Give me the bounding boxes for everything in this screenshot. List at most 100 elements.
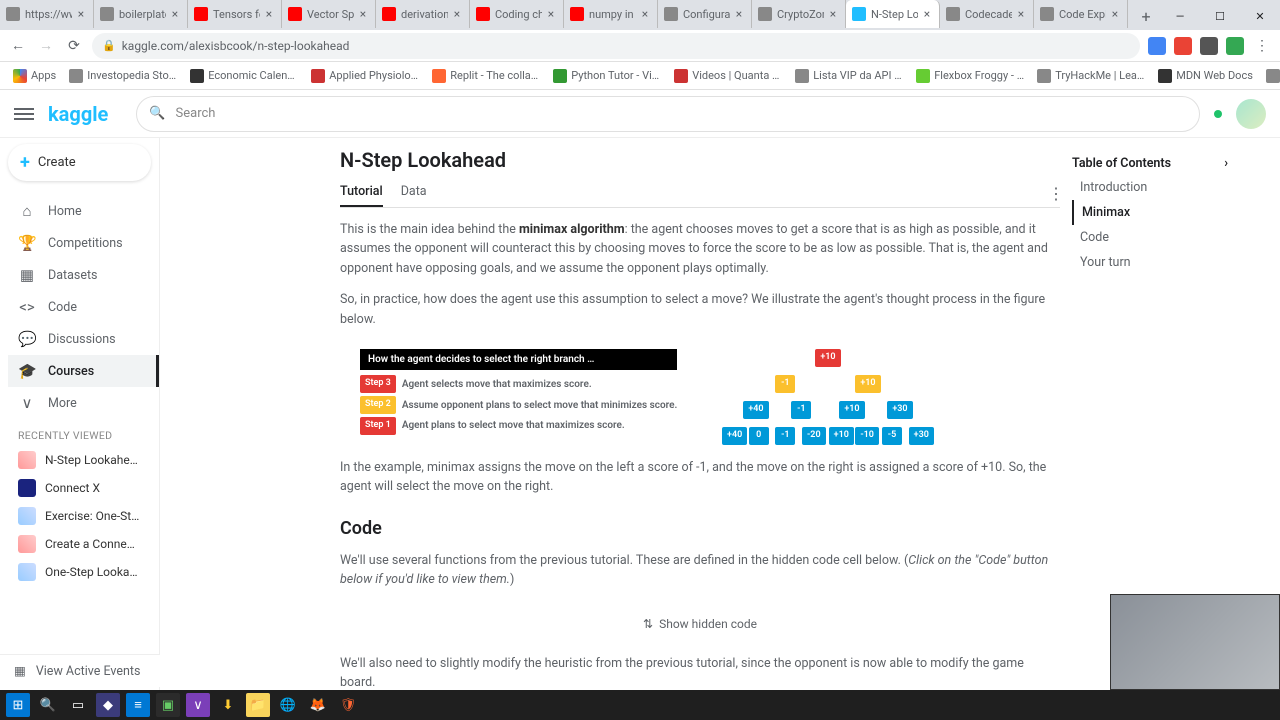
toc-title[interactable]: Table of Contents› [1072,152,1228,175]
search-input[interactable]: 🔍 Search [136,96,1200,132]
recent-item[interactable]: One-Step Lookahead [8,558,151,586]
ext-icon[interactable] [1226,37,1244,55]
page-tab[interactable]: Tutorial [340,178,383,207]
browser-tab[interactable]: Code Explanati…× [1034,0,1128,28]
app-icon[interactable]: ◆ [96,693,120,717]
bookmark-item[interactable]: Videos | Quanta Ma… [669,67,787,85]
recent-item[interactable]: Connect X [8,474,151,502]
bookmark-item[interactable]: Replit - The collab… [427,67,545,85]
nav-icon: 💬 [18,330,36,348]
sidebar-item-courses[interactable]: 🎓Courses [8,355,159,387]
bookmark-item[interactable]: Economic Calendar [185,67,303,85]
recent-icon [18,535,36,553]
back-button[interactable]: ← [8,36,28,56]
recent-icon [18,451,36,469]
terminal-icon[interactable]: ▣ [156,693,180,717]
brave-icon[interactable]: 🛡 [336,693,360,717]
sidebar-item-code[interactable]: <>Code [8,291,151,323]
sidebar-item-competitions[interactable]: 🏆Competitions [8,227,151,259]
toc-item[interactable]: Code [1072,225,1228,250]
page-tab[interactable]: Data [401,178,427,207]
recent-item[interactable]: Exercise: One-Step Lo… [8,502,151,530]
maximize-button[interactable]: ☐ [1200,2,1240,30]
browser-tab[interactable]: Vector Space M…× [282,0,376,28]
tree-node: +30 [909,427,934,445]
close-tab-icon[interactable]: × [1015,8,1027,20]
tree-node: +10 [815,349,840,367]
toc-item[interactable]: Your turn [1072,250,1228,275]
browser-tab[interactable]: Codecademy× [940,0,1034,28]
browser-tab[interactable]: boilerplate-roc…× [94,0,188,28]
url-input[interactable]: 🔒 kaggle.com/alexisbcook/n-step-lookahea… [92,33,1140,59]
browser-tab[interactable]: Configuration …× [658,0,752,28]
browser-tab[interactable]: N-Step Lookah…× [846,0,940,28]
ext-icon[interactable] [1148,37,1166,55]
start-button[interactable]: ⊞ [6,693,30,717]
close-tab-icon[interactable]: × [827,8,839,20]
forward-button[interactable]: → [36,36,56,56]
close-tab-icon[interactable]: × [169,8,181,20]
menu-button[interactable]: ⋮ [1252,36,1272,56]
close-tab-icon[interactable]: × [451,8,463,20]
favicon [1040,7,1054,21]
page-tabs: TutorialData⋮ [340,178,1060,208]
sidebar-item-home[interactable]: ⌂Home [8,195,151,227]
browser-tab[interactable]: numpy in dept…× [564,0,658,28]
firefox-icon[interactable]: 🦊 [306,693,330,717]
bookmark-item[interactable]: NPTEL :: Courses [1261,67,1280,85]
close-tab-icon[interactable]: × [733,8,745,20]
close-tab-icon[interactable]: × [545,8,557,20]
download-icon[interactable]: ⬇ [216,693,240,717]
bookmark-item[interactable]: MDN Web Docs [1153,67,1258,85]
ext-icon[interactable] [1174,37,1192,55]
hamburger-icon[interactable] [14,104,34,124]
explorer-icon[interactable]: 📁 [246,693,270,717]
create-button[interactable]: + Create [8,144,151,181]
sidebar-item-datasets[interactable]: ▦Datasets [8,259,151,291]
toc-item[interactable]: Minimax [1072,200,1228,225]
close-tab-icon[interactable]: × [75,8,87,20]
show-hidden-code-button[interactable]: ⇅ Show hidden code [340,601,1060,648]
vscode-icon[interactable]: ≡ [126,693,150,717]
tab-title: Coding challeng… [495,8,542,21]
bookmark-item[interactable]: Investopedia Stoc… [64,67,182,85]
bookmark-item[interactable]: TryHackMe | Learn… [1032,67,1150,85]
task-view-icon[interactable]: ▭ [66,693,90,717]
reload-button[interactable]: ⟳ [64,36,84,56]
browser-tab[interactable]: Tensors for Be…× [188,0,282,28]
recent-item[interactable]: N-Step Lookahead [8,446,151,474]
close-tab-icon[interactable]: × [639,8,651,20]
kaggle-logo[interactable]: kaggle [48,102,108,126]
new-tab-button[interactable]: + [1132,2,1160,30]
avatar[interactable] [1236,99,1266,129]
minimize-button[interactable]: — [1160,2,1200,30]
sidebar-item-more[interactable]: ∨More [8,387,151,419]
chrome-icon[interactable]: 🌐 [276,693,300,717]
browser-tab[interactable]: CryptoZombie…× [752,0,846,28]
close-tab-icon[interactable]: × [357,8,369,20]
bookmark-item[interactable]: Lista VIP da API de… [790,67,908,85]
close-tab-icon[interactable]: × [1109,8,1121,20]
apps-icon[interactable]: Apps [8,67,61,85]
bookmark-item[interactable]: Flexbox Froggy - A… [911,67,1029,85]
browser-tab[interactable]: derivation of m…× [376,0,470,28]
show-hidden-label: Show hidden code [659,615,757,634]
sidebar: + Create ⌂Home🏆Competitions▦Datasets<>Co… [0,90,160,690]
browser-tab[interactable]: https://www.fre…× [0,0,94,28]
ext-icon[interactable] [1200,37,1218,55]
sidebar-item-discussions[interactable]: 💬Discussions [8,323,151,355]
toc-item[interactable]: Introduction [1072,175,1228,200]
browser-tab[interactable]: Coding challeng…× [470,0,564,28]
search-taskbar-icon[interactable]: 🔍 [36,693,60,717]
app-icon[interactable]: ∨ [186,693,210,717]
view-active-events[interactable]: ▦ View Active Events [0,654,160,687]
chevron-right-icon: › [1224,156,1228,171]
more-menu-icon[interactable]: ⋮ [1042,178,1070,209]
close-tab-icon[interactable]: × [921,8,933,20]
close-button[interactable]: ✕ [1240,2,1280,30]
close-tab-icon[interactable]: × [263,8,275,20]
recent-item[interactable]: Create a ConnectX ag… [8,530,151,558]
recent-icon [18,507,36,525]
bookmark-item[interactable]: Applied Physiolog… [306,67,424,85]
bookmark-item[interactable]: Python Tutor - Visu… [548,67,666,85]
